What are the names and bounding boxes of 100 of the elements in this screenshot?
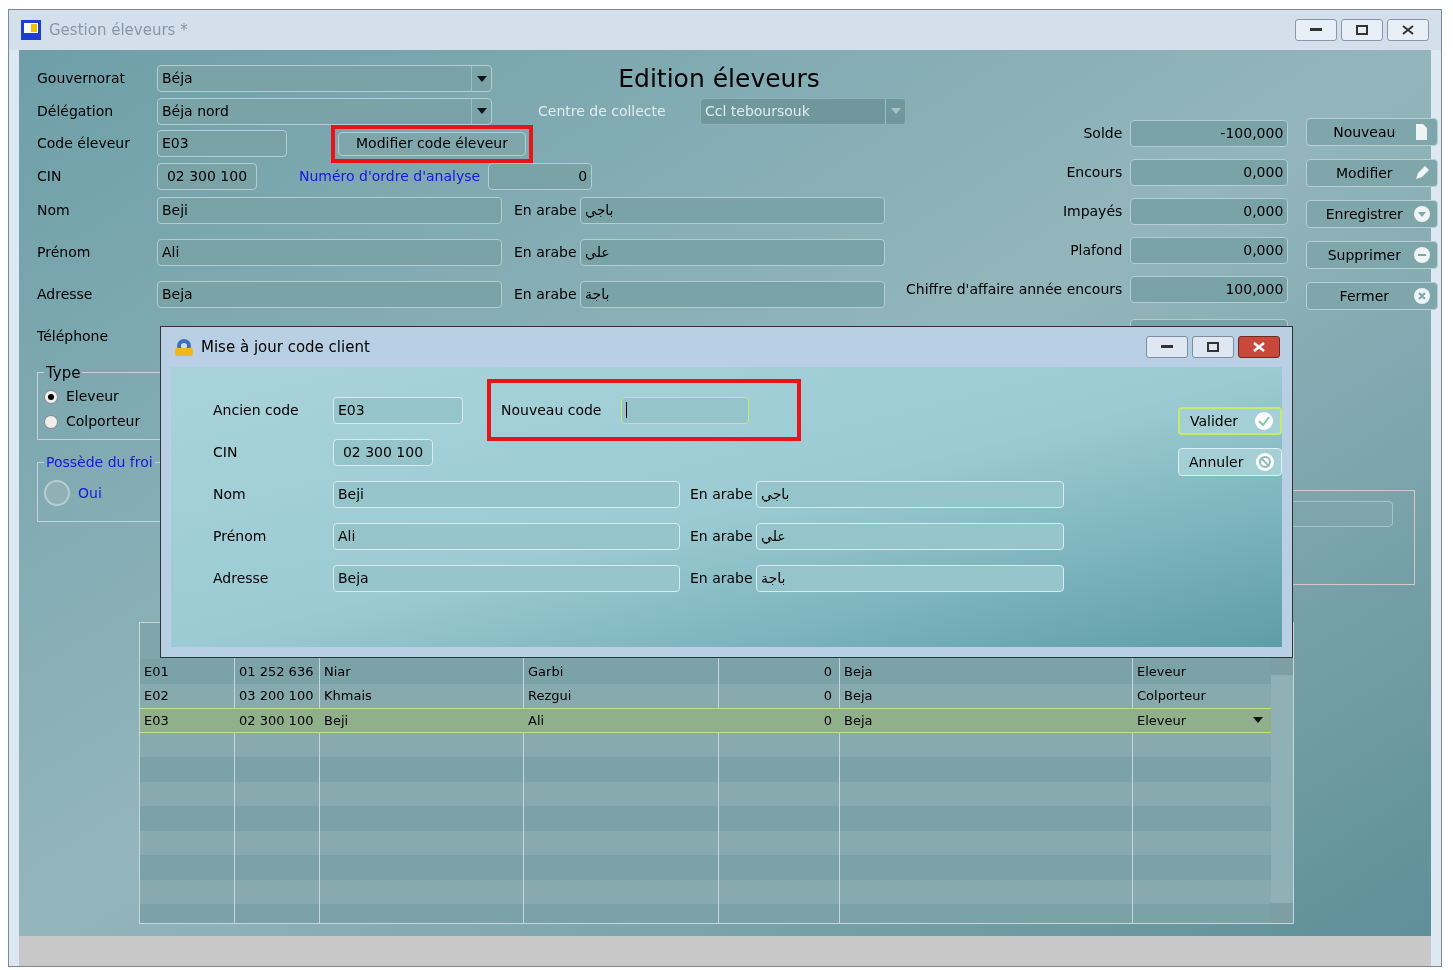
field-label: Adresse bbox=[37, 285, 94, 304]
maximize-button[interactable] bbox=[1192, 336, 1234, 358]
caret-icon[interactable] bbox=[1253, 717, 1263, 724]
analysis-order-link[interactable]: Numéro d'ordre d'analyse bbox=[299, 165, 481, 187]
page-heading: Edition éleveurs bbox=[617, 63, 821, 95]
field-label: Nouveau code bbox=[501, 400, 602, 420]
group-title: Possède du froi bbox=[45, 452, 154, 472]
text-cursor bbox=[626, 402, 628, 418]
close-icon bbox=[1253, 342, 1265, 352]
text-field[interactable]: باجي bbox=[580, 197, 885, 224]
table-cell-text: 0 bbox=[822, 711, 833, 730]
maximize-icon bbox=[1207, 342, 1219, 352]
close-button[interactable] bbox=[1387, 19, 1429, 41]
field-label: Nom bbox=[213, 484, 247, 504]
dropdown[interactable]: Béja nord bbox=[157, 97, 492, 125]
text-field[interactable]: Beji bbox=[157, 197, 502, 224]
table-cell-text: Garbi bbox=[527, 662, 565, 681]
table-cell-text: E02 bbox=[143, 687, 170, 705]
minimize-button[interactable] bbox=[1146, 336, 1188, 358]
radio-button[interactable] bbox=[44, 389, 58, 404]
text-field[interactable]: 02 300 100 bbox=[157, 162, 257, 190]
field-label: Chiffre d'affaire année encours bbox=[906, 280, 1123, 299]
close-icon bbox=[1413, 287, 1432, 305]
radio-button[interactable] bbox=[44, 414, 58, 429]
table-cell-text: Beji bbox=[323, 711, 350, 730]
field-label: CIN bbox=[37, 166, 63, 186]
field-label: Adresse bbox=[213, 568, 270, 588]
radio-button[interactable] bbox=[44, 480, 70, 506]
field-label: Code éleveur bbox=[37, 134, 131, 153]
dialog-button[interactable]: Valider bbox=[1178, 407, 1282, 435]
text-field[interactable]: باجة bbox=[580, 281, 885, 308]
dropdown[interactable]: Béja bbox=[157, 65, 492, 93]
close-button[interactable] bbox=[1238, 336, 1280, 358]
maximize-button[interactable] bbox=[1341, 19, 1383, 41]
field-label: Impayés bbox=[1062, 202, 1123, 221]
table-cell-text: 03 200 100 bbox=[238, 687, 315, 705]
text-field[interactable]: 02 300 100 bbox=[333, 438, 433, 466]
table-cell-text: Khmais bbox=[323, 687, 373, 705]
minus-icon bbox=[1413, 246, 1432, 264]
minimize-icon bbox=[1161, 345, 1173, 349]
pencil-icon bbox=[1413, 164, 1432, 182]
table-cell-text: Beja bbox=[843, 711, 874, 730]
field-label: En arabe bbox=[514, 201, 578, 220]
field-label: Prénom bbox=[37, 243, 92, 262]
action-button[interactable]: Supprimer bbox=[1306, 241, 1439, 269]
text-field[interactable]: 0,000 bbox=[1130, 198, 1289, 225]
field-label: Délégation bbox=[37, 101, 115, 121]
caret-icon bbox=[476, 75, 487, 82]
text-field[interactable]: علي bbox=[756, 522, 1064, 550]
table-cell-text: Niar bbox=[323, 662, 352, 681]
group-title: Type bbox=[45, 362, 82, 384]
table-cell-text: Colporteur bbox=[1136, 687, 1207, 705]
table-cell-text: 02 300 100 bbox=[238, 711, 315, 730]
radio-label: Colporteur bbox=[66, 412, 141, 431]
table-cell-text: 01 252 636 bbox=[238, 662, 315, 681]
maximize-icon bbox=[1356, 25, 1368, 35]
table-row[interactable]: E01 01 252 636 Niar Garbi 0 Beja Eleveur bbox=[140, 659, 1271, 684]
text-field[interactable]: Beja bbox=[157, 281, 502, 308]
text-field[interactable]: 0,000 bbox=[1130, 159, 1289, 186]
text-field[interactable]: E03 bbox=[333, 396, 463, 424]
minimize-button[interactable] bbox=[1295, 19, 1337, 41]
text-field[interactable]: -100,000 bbox=[1130, 120, 1289, 147]
field-label: Gouvernorat bbox=[37, 69, 126, 89]
field-label: En arabe bbox=[690, 526, 754, 546]
action-button[interactable]: Fermer bbox=[1306, 282, 1439, 310]
field-label: Nom bbox=[37, 201, 71, 220]
table-row[interactable]: E03 02 300 100 Beji Ali 0 Beja Eleveur bbox=[140, 708, 1271, 733]
action-button[interactable]: Enregistrer bbox=[1306, 200, 1439, 228]
field-label: Plafond bbox=[1070, 241, 1123, 260]
dialog-button[interactable]: Annuler bbox=[1178, 448, 1282, 476]
field-label: Téléphone bbox=[37, 327, 110, 346]
modify-code-button[interactable]: Modifier code éleveur bbox=[338, 131, 526, 156]
action-button[interactable]: Nouveau bbox=[1306, 118, 1439, 146]
text-field[interactable]: Beja bbox=[333, 564, 680, 592]
table-cell-text: Rezgui bbox=[527, 687, 573, 705]
caret-icon bbox=[476, 108, 487, 114]
text-field[interactable]: Beji bbox=[333, 480, 680, 508]
text-field[interactable]: Ali bbox=[157, 239, 502, 266]
radio-label: Eleveur bbox=[66, 387, 119, 406]
table-cell-text: 0 bbox=[822, 687, 833, 705]
table-cell-text: Eleveur bbox=[1136, 662, 1188, 681]
field-label: Ancien code bbox=[213, 400, 300, 420]
text-field[interactable]: E03 bbox=[157, 130, 287, 157]
prohibited-icon bbox=[1255, 452, 1275, 472]
field-label: CIN bbox=[213, 442, 239, 462]
text-field[interactable]: باجة bbox=[756, 564, 1064, 592]
table-cell-text: Beja bbox=[843, 687, 874, 705]
table-row[interactable]: E02 03 200 100 Khmais Rezgui 0 Beja Colporteur bbox=[140, 683, 1271, 708]
input-field[interactable] bbox=[621, 396, 750, 424]
text-field[interactable]: 0 bbox=[488, 162, 593, 190]
text-field[interactable]: علي bbox=[580, 239, 885, 266]
minimize-icon bbox=[1310, 28, 1322, 32]
text-field[interactable]: باجي bbox=[756, 480, 1064, 508]
action-button[interactable]: Modifier bbox=[1306, 159, 1439, 187]
radio-label: Oui bbox=[78, 483, 102, 503]
text-field[interactable]: 0,000 bbox=[1130, 237, 1289, 264]
table-cell-text: E01 bbox=[143, 662, 170, 681]
text-field[interactable]: 100,000 bbox=[1130, 276, 1289, 303]
text-field[interactable]: Ali bbox=[333, 522, 680, 550]
field-label: Prénom bbox=[213, 526, 268, 546]
